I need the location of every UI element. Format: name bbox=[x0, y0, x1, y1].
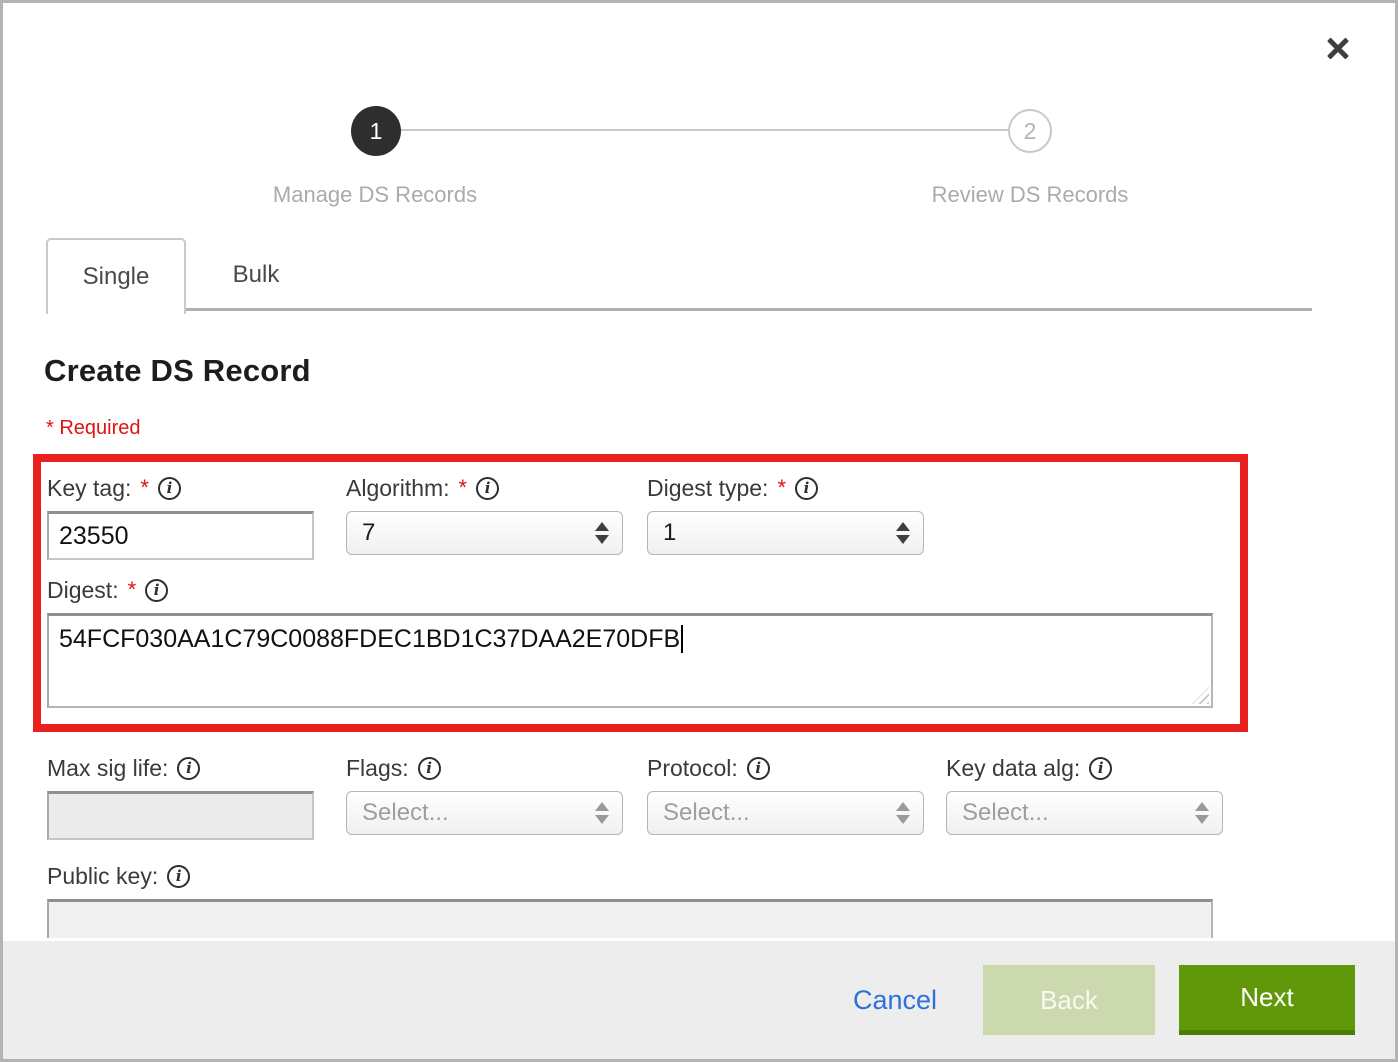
key-tag-input[interactable] bbox=[47, 511, 314, 560]
resize-handle-icon[interactable] bbox=[1192, 687, 1209, 704]
algorithm-field-group: Algorithm: * i 7 bbox=[346, 474, 623, 560]
step-1-circle: 1 bbox=[351, 106, 401, 156]
digest-label: Digest: bbox=[47, 577, 119, 604]
tab-bar: Single Bulk bbox=[46, 238, 1312, 311]
select-arrows-icon bbox=[595, 522, 609, 544]
public-key-field-group: Public key: i bbox=[47, 862, 1395, 938]
algorithm-select-value: 7 bbox=[362, 519, 375, 547]
required-asterisk: * bbox=[777, 475, 786, 501]
flags-select-value: Select... bbox=[362, 799, 449, 827]
digest-type-select[interactable]: 1 bbox=[647, 511, 924, 555]
algorithm-label: Algorithm: bbox=[346, 475, 450, 502]
step-2-number: 2 bbox=[1024, 118, 1037, 145]
digest-type-field-group: Digest type: * i 1 bbox=[647, 474, 924, 560]
next-button-label: Next bbox=[1240, 982, 1293, 1013]
info-icon[interactable]: i bbox=[167, 865, 190, 888]
modal-body: 1 2 Manage DS Records Review DS Records … bbox=[3, 3, 1395, 938]
required-note: * Required bbox=[46, 417, 1395, 440]
flags-label: Flags: bbox=[346, 755, 409, 782]
select-arrows-icon bbox=[595, 802, 609, 824]
max-sig-life-input[interactable] bbox=[47, 791, 314, 840]
key-tag-label: Key tag: bbox=[47, 475, 131, 502]
public-key-textarea[interactable] bbox=[47, 899, 1213, 938]
digest-type-select-value: 1 bbox=[663, 519, 676, 547]
back-button-label: Back bbox=[1040, 985, 1098, 1016]
info-icon[interactable]: i bbox=[1089, 757, 1112, 780]
required-asterisk: * bbox=[128, 577, 137, 603]
key-data-alg-label: Key data alg: bbox=[946, 755, 1080, 782]
flags-select[interactable]: Select... bbox=[346, 791, 623, 835]
digest-value: 54FCF030AA1C79C0088FDEC1BD1C37DAA2E70DFB bbox=[59, 625, 680, 653]
protocol-field-group: Protocol: i Select... bbox=[647, 754, 924, 840]
protocol-select-value: Select... bbox=[663, 799, 750, 827]
public-key-label: Public key: bbox=[47, 863, 158, 890]
max-sig-life-field-group: Max sig life: i bbox=[47, 754, 314, 840]
info-icon[interactable]: i bbox=[476, 477, 499, 500]
select-arrows-icon bbox=[896, 802, 910, 824]
modal-footer: Cancel Back Next bbox=[3, 941, 1395, 1059]
digest-type-label: Digest type: bbox=[647, 475, 768, 502]
highlight-red-box: Key tag: * i Algorithm: * i 7 bbox=[33, 454, 1248, 732]
stepper-connector-line bbox=[399, 129, 1011, 131]
required-asterisk: * bbox=[140, 475, 149, 501]
select-arrows-icon bbox=[1195, 802, 1209, 824]
key-data-alg-select[interactable]: Select... bbox=[946, 791, 1223, 835]
algorithm-select[interactable]: 7 bbox=[346, 511, 623, 555]
digest-field-group: Digest: * i 54FCF030AA1C79C0088FDEC1BD1C… bbox=[47, 576, 1240, 708]
text-caret bbox=[681, 625, 683, 653]
info-icon[interactable]: i bbox=[747, 757, 770, 780]
required-asterisk: * bbox=[459, 475, 468, 501]
key-tag-field-group: Key tag: * i bbox=[47, 474, 314, 560]
digest-textarea[interactable]: 54FCF030AA1C79C0088FDEC1BD1C37DAA2E70DFB bbox=[47, 613, 1213, 708]
info-icon[interactable]: i bbox=[795, 477, 818, 500]
select-arrows-icon bbox=[896, 522, 910, 544]
key-data-alg-select-value: Select... bbox=[962, 799, 1049, 827]
page-title: Create DS Record bbox=[44, 353, 1395, 389]
info-icon[interactable]: i bbox=[418, 757, 441, 780]
step-2-circle: 2 bbox=[1008, 109, 1052, 153]
tab-bulk[interactable]: Bulk bbox=[186, 238, 326, 311]
key-data-alg-field-group: Key data alg: i Select... bbox=[946, 754, 1223, 840]
info-icon[interactable]: i bbox=[158, 477, 181, 500]
step-1-number: 1 bbox=[370, 118, 383, 145]
info-icon[interactable]: i bbox=[145, 579, 168, 602]
stepper: 1 2 Manage DS Records Review DS Records bbox=[3, 3, 1395, 238]
info-icon[interactable]: i bbox=[177, 757, 200, 780]
protocol-select[interactable]: Select... bbox=[647, 791, 924, 835]
next-button[interactable]: Next bbox=[1179, 965, 1355, 1035]
create-ds-record-modal: 1 2 Manage DS Records Review DS Records … bbox=[0, 0, 1398, 1062]
tab-single-label: Single bbox=[83, 263, 150, 291]
step-2-label: Review DS Records bbox=[870, 182, 1190, 208]
max-sig-life-label: Max sig life: bbox=[47, 755, 168, 782]
tab-bulk-label: Bulk bbox=[233, 261, 280, 289]
tab-single[interactable]: Single bbox=[46, 238, 186, 314]
cancel-link[interactable]: Cancel bbox=[853, 985, 937, 1016]
step-1-label: Manage DS Records bbox=[215, 182, 535, 208]
flags-field-group: Flags: i Select... bbox=[346, 754, 623, 840]
protocol-label: Protocol: bbox=[647, 755, 738, 782]
back-button[interactable]: Back bbox=[983, 965, 1155, 1035]
